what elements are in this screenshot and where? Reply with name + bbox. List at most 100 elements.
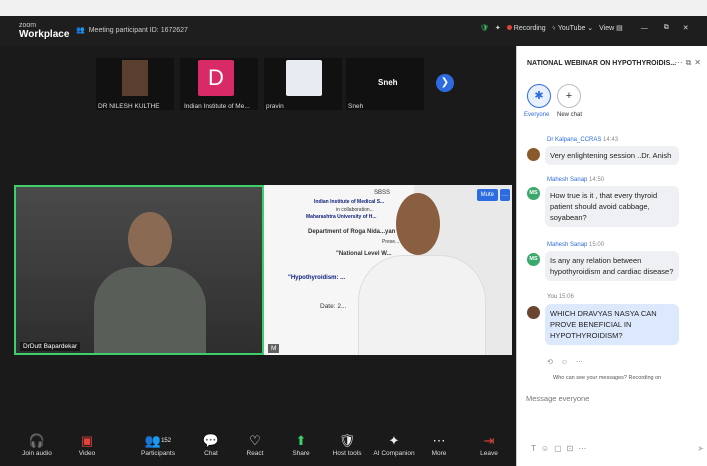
youtube-menu[interactable]: ᛃ YouTube ⌄ xyxy=(552,24,593,32)
leave-icon: ⇥ xyxy=(483,433,495,448)
slide-collab: in collaboration... xyxy=(336,207,374,213)
new-chat-label: New chat xyxy=(557,112,583,118)
person-body xyxy=(94,267,206,353)
youtube-label: YouTube xyxy=(557,25,586,32)
control-label: Join audio xyxy=(22,450,52,457)
participants-button[interactable]: 👥152 Participants xyxy=(133,432,183,457)
share-icon: ⬆ xyxy=(295,433,307,448)
control-label: Share xyxy=(292,450,310,457)
more-options-icon[interactable]: … xyxy=(500,189,510,201)
more-button[interactable]: ⋯ More xyxy=(418,432,460,457)
control-label: React xyxy=(246,450,264,457)
participant-name: M xyxy=(268,344,280,353)
message-actions[interactable]: ⟲ ☺ ⋯ xyxy=(547,358,586,366)
participants-icon: 👥152 xyxy=(144,433,172,448)
avatar: MS xyxy=(527,187,540,200)
participant-label-top: Sneh xyxy=(378,78,398,87)
slide-institute: Indian Institute of Medical S... xyxy=(314,199,385,205)
everyone-tab[interactable]: ✱ xyxy=(527,84,551,108)
gallery-strip: DR NILESH KULTHE D Indian Institute of M… xyxy=(0,46,518,114)
gallery-tile-nilesh[interactable]: DR NILESH KULTHE xyxy=(96,58,174,110)
control-label: AI Companion xyxy=(373,450,415,457)
presenter-head xyxy=(396,193,440,255)
slide-topic: "Hypothyroidism: ... xyxy=(288,275,346,281)
visibility-note[interactable]: Who can see your messages? Recording on xyxy=(553,375,661,381)
share-button[interactable]: ⬆ Share xyxy=(280,432,322,457)
recording-indicator[interactable]: Recording xyxy=(506,24,546,32)
send-icon[interactable]: ➤ xyxy=(697,444,704,453)
react-button[interactable]: ♡ React xyxy=(234,432,276,457)
star-icon[interactable]: ✦ xyxy=(495,24,501,32)
titlebar-controls: 🛡 ✦ Recording ᛃ YouTube ⌄ View ▤ — ⧉ ✕ xyxy=(480,24,689,32)
chat-message: How true is it , that every thyroid pati… xyxy=(545,186,679,227)
avatar: MS xyxy=(527,253,540,266)
participant-name: Sneh xyxy=(348,103,364,110)
participants-small-icon: 👥 xyxy=(76,27,85,34)
ai-companion-button[interactable]: ✦ AI Companion xyxy=(370,432,418,457)
control-label: More xyxy=(431,450,447,457)
headphones-icon: 🎧 xyxy=(28,433,46,448)
avatar: D xyxy=(198,60,234,96)
message-sender: You 15:06 xyxy=(547,294,574,300)
gallery-tile-institute[interactable]: D Indian Institute of Me... xyxy=(180,58,258,110)
control-label: Video xyxy=(78,450,96,457)
recording-dot-icon xyxy=(506,24,512,30)
security-shield-icon[interactable]: 🛡 xyxy=(480,24,489,32)
minimize-icon[interactable]: — xyxy=(641,25,648,32)
title-bar: zoom Workplace 👥 Meeting participant ID:… xyxy=(0,16,707,46)
more-icon: ⋯ xyxy=(432,433,446,448)
join-audio-button[interactable]: 🎧 Join audio xyxy=(16,432,58,457)
slide-presents: Prese... xyxy=(382,239,400,245)
control-label: Participants xyxy=(141,450,175,457)
yoga-avatar-image xyxy=(286,60,322,96)
video-tile-active-speaker[interactable]: DrDutt Bapardekar xyxy=(14,185,264,355)
slide-header: SBSS xyxy=(374,190,391,196)
chat-message: Is any any relation between hypothyroidi… xyxy=(545,251,679,281)
mute-button[interactable]: Mute xyxy=(476,189,498,201)
slide-national: "National Level W... xyxy=(336,251,392,257)
view-label: View xyxy=(599,25,615,32)
close-icon[interactable]: ✕ xyxy=(694,58,704,67)
participant-name: DrDutt Bapardekar xyxy=(20,342,81,351)
participant-photo xyxy=(122,60,148,96)
emoji-icon[interactable]: ☺ xyxy=(541,444,554,453)
participant-name: pravin xyxy=(266,103,284,110)
message-input[interactable]: Message everyone xyxy=(526,394,589,403)
slide-dept: Department of Roga Nida...yan xyxy=(308,229,396,235)
host-tools-button[interactable]: 🛡 Host tools xyxy=(326,432,368,457)
everyone-tab-label: Everyone xyxy=(524,112,550,118)
shield-icon: 🛡 xyxy=(338,433,356,448)
maximize-icon[interactable]: ⧉ xyxy=(664,24,669,32)
video-tile-presenter[interactable]: SBSS Indian Institute of Medical S... in… xyxy=(264,185,512,355)
chat-message: Very enlightening session ..Dr. Anish xyxy=(545,146,679,165)
presenter-body xyxy=(358,255,486,355)
meeting-id-text: Meeting participant ID: 1672627 xyxy=(88,26,188,34)
video-off-icon: ▣ xyxy=(80,433,94,448)
slide-date: Date: 2... xyxy=(320,303,347,310)
gallery-next-button[interactable]: ❯ xyxy=(436,74,454,92)
control-label: Chat xyxy=(204,450,218,457)
file-icon[interactable]: ▢ xyxy=(554,444,567,453)
view-menu[interactable]: View ▤ xyxy=(599,24,623,32)
format-icon[interactable]: T xyxy=(531,444,541,453)
gallery-tile-pravin[interactable]: pravin xyxy=(264,58,342,110)
leave-button[interactable]: ⇥ Leave xyxy=(468,432,510,457)
participant-name: Indian Institute of Me... xyxy=(184,103,250,110)
chat-button[interactable]: 💬 Chat xyxy=(190,432,232,457)
pop-out-icon[interactable]: ⧉ xyxy=(686,58,695,67)
meeting-id: 👥 Meeting participant ID: 1672627 xyxy=(76,26,188,35)
chat-window-controls: ⋯⧉✕ xyxy=(675,58,704,68)
video-button[interactable]: ▣ Video xyxy=(66,432,108,457)
new-chat-button[interactable]: + xyxy=(557,84,581,108)
participant-count: 152 xyxy=(161,438,172,444)
avatar xyxy=(527,148,540,161)
more-icon[interactable]: ⋯ xyxy=(578,444,591,453)
meeting-controls: 🎧 Join audio ▣ Video 👥152 Participants 💬 Cha… xyxy=(0,430,516,466)
avatar xyxy=(527,306,540,319)
more-icon[interactable]: ⋯ xyxy=(675,58,686,67)
screenshot-icon[interactable]: ⊡ xyxy=(567,444,579,453)
gallery-tile-sneh[interactable]: Sneh Sneh xyxy=(346,58,424,110)
slide-university: Maharashtra University of H... xyxy=(306,214,377,220)
participant-name: DR NILESH KULTHE xyxy=(98,103,160,110)
close-icon[interactable]: ✕ xyxy=(683,24,689,32)
